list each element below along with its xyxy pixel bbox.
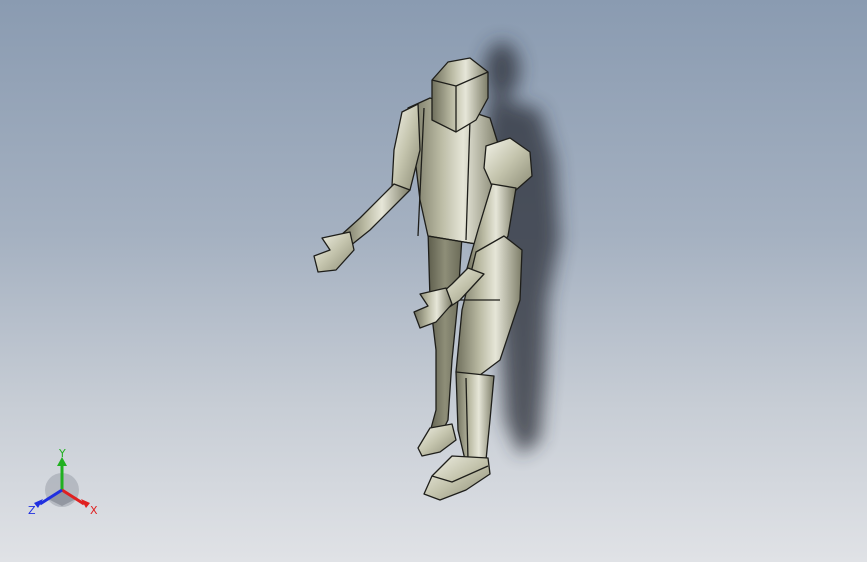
left-upper-arm[interactable]	[391, 103, 421, 191]
z-axis-label: Z	[28, 504, 36, 517]
right-foot[interactable]	[423, 455, 491, 501]
right-lower-leg[interactable]	[455, 371, 495, 465]
x-axis-label: X	[90, 504, 98, 517]
view-orientation-triad[interactable]: Y X Z	[26, 448, 104, 522]
graphics-viewport[interactable]: Y X Z	[0, 0, 867, 562]
left-hand[interactable]	[313, 231, 355, 273]
left-foot[interactable]	[417, 423, 457, 457]
model-render[interactable]	[0, 0, 867, 562]
y-axis-label: Y	[59, 447, 66, 460]
